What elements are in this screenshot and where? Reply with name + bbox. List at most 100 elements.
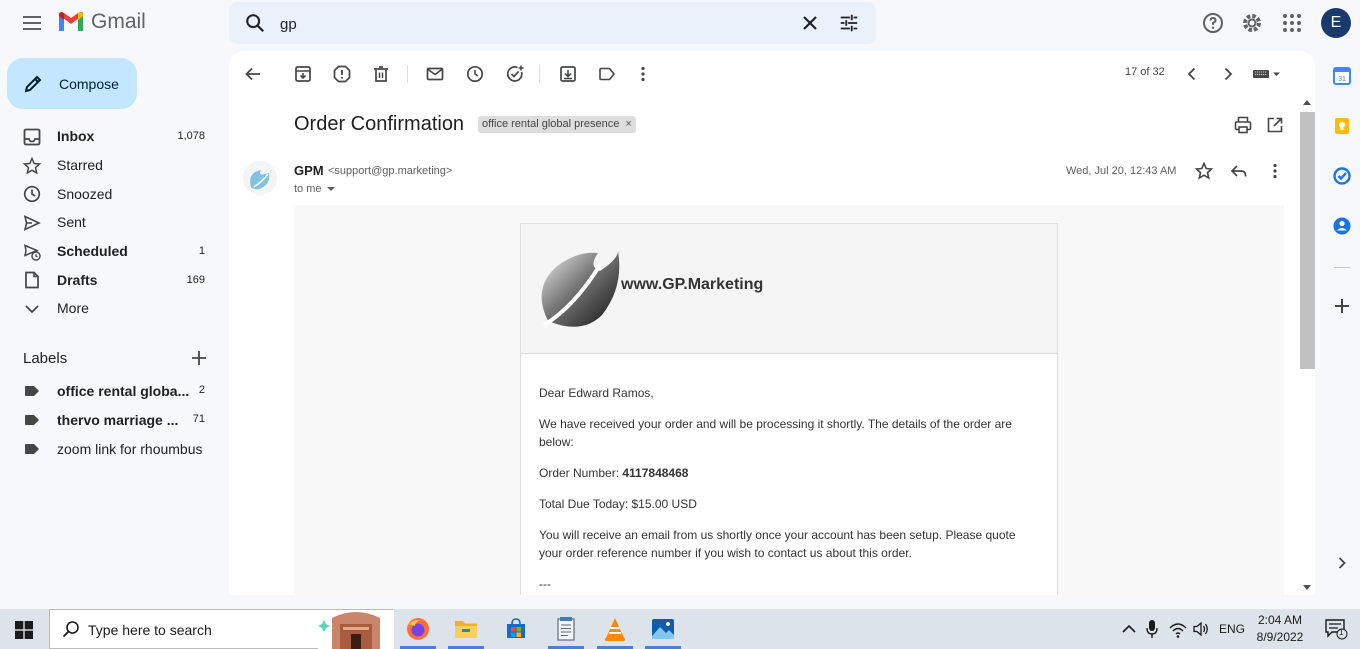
snooze-clock-icon[interactable]: [465, 64, 485, 84]
account-avatar[interactable]: E: [1321, 8, 1351, 38]
label-item[interactable]: office rental globa... 2: [0, 376, 220, 405]
compose-button[interactable]: Compose: [7, 58, 137, 109]
add-label-icon[interactable]: [189, 348, 209, 368]
delete-trash-icon[interactable]: [371, 64, 391, 84]
search-highlight-image[interactable]: [318, 610, 394, 649]
taskbar-firefox-icon[interactable]: [396, 612, 440, 649]
sender-name: GPM: [294, 163, 324, 178]
greeting: Dear Edward Ramos,: [539, 386, 654, 400]
label-as-icon[interactable]: [597, 64, 617, 84]
taskbar-store-icon[interactable]: [494, 612, 538, 646]
caret-down-icon: [326, 187, 335, 191]
sidebar-item-label: Starred: [57, 157, 103, 174]
label-name: thervo marriage ...: [57, 412, 179, 428]
sidebar-item-inbox[interactable]: Inbox 1,078: [0, 122, 220, 151]
compose-label: Compose: [59, 75, 119, 92]
tasks-icon[interactable]: [1332, 166, 1352, 186]
taskbar-file-explorer-icon[interactable]: [444, 612, 488, 649]
chevron-down-icon: [25, 305, 39, 314]
star-icon[interactable]: [1194, 161, 1214, 181]
labels-list: office rental globa... 2 thervo marriage…: [0, 376, 220, 463]
search-bar[interactable]: gp: [229, 2, 876, 44]
label-chip[interactable]: office rental global presence ×: [478, 116, 636, 133]
keep-notes-icon[interactable]: [1332, 116, 1352, 136]
send-icon: [23, 215, 41, 231]
taskbar-search-box[interactable]: Type here to search: [49, 609, 394, 649]
clear-search-icon[interactable]: [801, 14, 819, 32]
sidebar-item-label: Sent: [57, 214, 86, 231]
sidebar-item-snoozed[interactable]: Snoozed: [0, 179, 220, 208]
email-message-text: Dear Edward Ramos, We have received your…: [539, 384, 1039, 595]
sidebar-item-more[interactable]: More: [0, 294, 220, 323]
message-more-options-icon[interactable]: [1265, 161, 1285, 181]
move-to-icon[interactable]: [558, 64, 578, 84]
back-arrow-icon[interactable]: [243, 64, 263, 84]
add-task-icon[interactable]: [505, 64, 525, 84]
archive-icon[interactable]: [293, 64, 313, 84]
brand-name: www.GP.Marketing: [621, 276, 764, 293]
unread-count: 1,078: [177, 130, 205, 143]
help-icon[interactable]: [1201, 11, 1225, 35]
order-number-value: 4117848468: [622, 466, 689, 480]
sender-avatar[interactable]: [243, 161, 277, 195]
email-content-card: www.GP.Marketing Dear Edward Ramos, We h…: [520, 223, 1058, 595]
older-chevron-right-icon[interactable]: [1218, 64, 1238, 84]
label-tag-icon: [25, 386, 39, 396]
apps-grid-icon[interactable]: [1280, 11, 1304, 35]
settings-gear-icon[interactable]: [1240, 11, 1264, 35]
show-hidden-icons-chevron-icon[interactable]: [1121, 619, 1137, 639]
inbox-icon: [23, 128, 41, 146]
get-addons-plus-icon[interactable]: [1332, 296, 1352, 316]
taskbar-search-placeholder: Type here to search: [88, 622, 212, 638]
expand-panel-chevron-icon[interactable]: [1332, 553, 1352, 573]
input-language-label[interactable]: ENG: [1219, 622, 1245, 636]
recipient-details[interactable]: to me: [294, 183, 336, 195]
mark-unread-icon[interactable]: [425, 64, 445, 84]
pagination-label: 17 of 32: [1125, 66, 1165, 78]
open-in-new-window-icon[interactable]: [1265, 115, 1285, 135]
label-item[interactable]: zoom link for rhoumbus: [0, 434, 220, 463]
sidebar-item-drafts[interactable]: Drafts 169: [0, 265, 220, 294]
label-item[interactable]: thervo marriage ... 71: [0, 405, 220, 434]
taskbar-photos-icon[interactable]: [641, 612, 685, 649]
clock-time: 2:04 AM: [1257, 613, 1303, 627]
volume-speaker-icon[interactable]: [1192, 619, 1210, 639]
recipient-label: to me: [294, 183, 322, 195]
main-menu-icon[interactable]: [20, 11, 44, 35]
labels-heading: Labels: [23, 350, 68, 367]
newer-chevron-left-icon[interactable]: [1182, 64, 1202, 84]
sidebar-item-starred[interactable]: Starred: [0, 151, 220, 180]
label-chip-text: office rental global presence: [482, 118, 620, 130]
print-icon[interactable]: [1233, 115, 1253, 135]
notifications-icon[interactable]: 1: [1324, 618, 1348, 640]
svg-text:31: 31: [1338, 76, 1346, 83]
search-input[interactable]: gp: [280, 16, 297, 33]
scrollbar-thumb[interactable]: [1300, 112, 1315, 369]
wifi-icon[interactable]: [1169, 619, 1187, 639]
unread-count: 1: [198, 245, 205, 258]
calendar-icon[interactable]: 31: [1332, 66, 1352, 86]
reply-icon[interactable]: [1229, 161, 1249, 181]
sidebar-nav: Inbox 1,078 Starred Snoozed Sent Schedul…: [0, 122, 220, 323]
taskbar-notepad-icon[interactable]: [544, 612, 588, 649]
report-spam-icon[interactable]: [332, 64, 352, 84]
microphone-icon[interactable]: [1145, 619, 1159, 639]
more-options-icon[interactable]: [633, 64, 653, 84]
windows-start-icon[interactable]: [15, 621, 33, 639]
remove-label-icon[interactable]: ×: [625, 118, 631, 130]
label-name: zoom link for rhoumbus: [57, 441, 203, 457]
sidebar-item-sent[interactable]: Sent: [0, 208, 220, 237]
label-count: 71: [192, 413, 205, 425]
draft-icon: [25, 272, 39, 289]
sender-email: <support@gp.marketing>: [328, 165, 453, 177]
sidebar-item-scheduled[interactable]: Scheduled 1: [0, 237, 220, 266]
search-options-icon[interactable]: [838, 12, 860, 34]
taskbar-clock[interactable]: 2:04 AM 8/9/2022: [1252, 612, 1308, 646]
taskbar-vlc-icon[interactable]: [593, 612, 637, 649]
contacts-icon[interactable]: [1332, 216, 1352, 236]
gmail-logo[interactable]: Gmail: [57, 10, 146, 34]
email-subject: Order Confirmation: [294, 113, 465, 135]
input-tools-keyboard-icon[interactable]: [1252, 64, 1282, 84]
email-date: Wed, Jul 20, 12:43 AM: [1066, 165, 1177, 177]
search-icon[interactable]: [244, 12, 266, 34]
